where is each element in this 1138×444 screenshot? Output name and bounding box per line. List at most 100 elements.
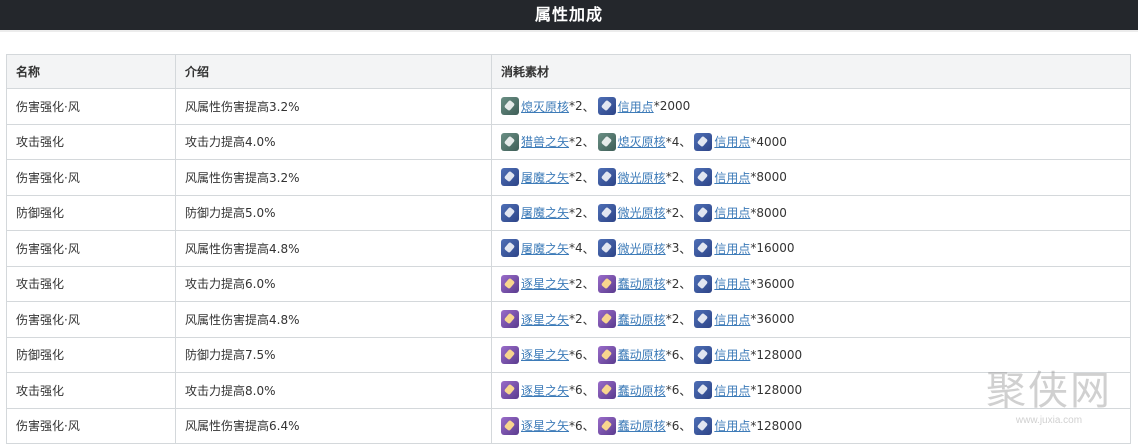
table-row: 攻击强化 攻击力提高4.0% 猎兽之矢 *2、熄灭原核 *4、信用点 *4000: [6, 123, 1131, 160]
separator: 、: [582, 241, 595, 256]
material-count: *36000: [750, 312, 795, 327]
material-icon[interactable]: [694, 416, 713, 435]
material-link[interactable]: 逐星之矢: [521, 311, 569, 328]
cell-materials: 逐星之矢 *6、蠢动原核 *6、信用点 *128000: [491, 372, 1131, 409]
material-icon[interactable]: [501, 381, 519, 400]
material-count: *2: [665, 276, 680, 291]
column-header-description: 介绍: [175, 54, 492, 89]
cell-materials: 屠魔之矢 *2、微光原核 *2、信用点 *8000: [491, 159, 1131, 196]
cell-name: 伤害强化·风: [6, 159, 176, 196]
material-count: *2: [665, 170, 680, 185]
material-item: 信用点 *128000: [694, 416, 802, 435]
material-link[interactable]: 逐星之矢: [521, 346, 569, 363]
material-link[interactable]: 蠢动原核: [618, 382, 666, 399]
material-link[interactable]: 蠢动原核: [618, 417, 666, 434]
material-link[interactable]: 信用点: [618, 98, 654, 115]
material-link[interactable]: 熄灭原核: [521, 98, 569, 115]
material-link[interactable]: 熄灭原核: [618, 133, 666, 150]
cell-description: 防御力提高5.0%: [175, 194, 492, 231]
material-icon[interactable]: [597, 168, 616, 187]
material-link[interactable]: 信用点: [714, 133, 750, 150]
material-icon[interactable]: [501, 310, 519, 329]
cell-description: 防御力提高7.5%: [175, 336, 492, 373]
table-row: 伤害强化·风 风属性伤害提高4.8% 屠魔之矢 *4、微光原核 *3、信用点 *16000: [6, 230, 1131, 267]
material-link[interactable]: 屠魔之矢: [521, 169, 569, 186]
material-count: *2: [569, 276, 583, 291]
material-link[interactable]: 逐星之矢: [521, 275, 569, 292]
material-icon[interactable]: [597, 97, 616, 116]
material-icon[interactable]: [597, 203, 616, 222]
cell-description: 风属性伤害提高4.8%: [175, 230, 492, 267]
cell-description: 风属性伤害提高3.2%: [175, 88, 492, 125]
cell-materials: 逐星之矢 *6、蠢动原核 *6、信用点 *128000: [491, 407, 1131, 444]
separator: 、: [582, 312, 595, 327]
material-item: 微光原核 *2、: [597, 168, 695, 187]
material-icon[interactable]: [694, 203, 713, 222]
material-icon[interactable]: [694, 345, 713, 364]
material-count: *36000: [750, 276, 795, 291]
material-count: *4: [569, 241, 583, 256]
material-icon[interactable]: [501, 239, 519, 258]
separator: 、: [679, 206, 692, 221]
material-item: 信用点 *16000: [694, 239, 795, 258]
material-item: 信用点 *2000: [597, 97, 690, 116]
material-link[interactable]: 信用点: [714, 275, 750, 292]
material-link[interactable]: 微光原核: [618, 204, 666, 221]
material-icon[interactable]: [501, 97, 519, 116]
cell-description: 攻击力提高4.0%: [175, 123, 492, 160]
material-link[interactable]: 蠢动原核: [618, 275, 666, 292]
material-count: *6: [665, 347, 680, 362]
material-count: *6: [569, 347, 583, 362]
material-icon[interactable]: [501, 203, 519, 222]
material-link[interactable]: 逐星之矢: [521, 417, 569, 434]
cell-description: 风属性伤害提高4.8%: [175, 301, 492, 338]
material-icon[interactable]: [501, 274, 519, 293]
material-icon[interactable]: [694, 168, 713, 187]
material-link[interactable]: 猎兽之矢: [521, 133, 569, 150]
attribute-bonus-table: 名称 介绍 消耗素材 伤害强化·风 风属性伤害提高3.2% 熄灭原核 *2、信用点 *2…: [6, 54, 1131, 444]
material-item: 蠢动原核 *6、: [597, 416, 695, 435]
material-icon[interactable]: [597, 381, 616, 400]
material-item: 蠢动原核 *6、: [597, 345, 695, 364]
cell-name: 攻击强化: [6, 265, 176, 302]
material-link[interactable]: 信用点: [714, 382, 750, 399]
material-link[interactable]: 屠魔之矢: [521, 240, 569, 257]
material-item: 蠢动原核 *2、: [597, 310, 695, 329]
material-icon[interactable]: [694, 381, 713, 400]
separator: 、: [582, 348, 595, 363]
material-icon[interactable]: [694, 274, 713, 293]
material-icon[interactable]: [597, 274, 616, 293]
material-icon[interactable]: [694, 310, 713, 329]
material-icon[interactable]: [501, 168, 519, 187]
material-item: 信用点 *36000: [694, 274, 795, 293]
material-icon[interactable]: [501, 132, 519, 151]
material-link[interactable]: 信用点: [714, 417, 750, 434]
material-icon[interactable]: [597, 239, 616, 258]
material-icon[interactable]: [597, 345, 616, 364]
material-icon[interactable]: [597, 310, 616, 329]
cell-materials: 屠魔之矢 *4、微光原核 *3、信用点 *16000: [491, 230, 1131, 267]
material-link[interactable]: 微光原核: [618, 169, 666, 186]
material-link[interactable]: 信用点: [714, 346, 750, 363]
material-icon[interactable]: [501, 345, 519, 364]
material-item: 屠魔之矢 *2、: [501, 203, 598, 222]
material-link[interactable]: 信用点: [714, 169, 750, 186]
cell-name: 防御强化: [6, 336, 176, 373]
material-link[interactable]: 逐星之矢: [521, 382, 569, 399]
material-link[interactable]: 蠢动原核: [618, 346, 666, 363]
material-link[interactable]: 信用点: [714, 240, 750, 257]
material-count: *2: [665, 205, 680, 220]
material-link[interactable]: 信用点: [714, 204, 750, 221]
material-icon[interactable]: [501, 416, 519, 435]
material-link[interactable]: 蠢动原核: [618, 311, 666, 328]
separator: 、: [582, 419, 595, 434]
material-icon[interactable]: [694, 132, 713, 151]
material-link[interactable]: 微光原核: [618, 240, 666, 257]
material-link[interactable]: 屠魔之矢: [521, 204, 569, 221]
table-row: 防御强化 防御力提高7.5% 逐星之矢 *6、蠢动原核 *6、信用点 *128000: [6, 336, 1131, 373]
material-icon[interactable]: [597, 132, 616, 151]
material-icon[interactable]: [694, 239, 713, 258]
material-link[interactable]: 信用点: [714, 311, 750, 328]
material-icon[interactable]: [597, 416, 616, 435]
column-header-materials: 消耗素材: [491, 54, 1131, 89]
